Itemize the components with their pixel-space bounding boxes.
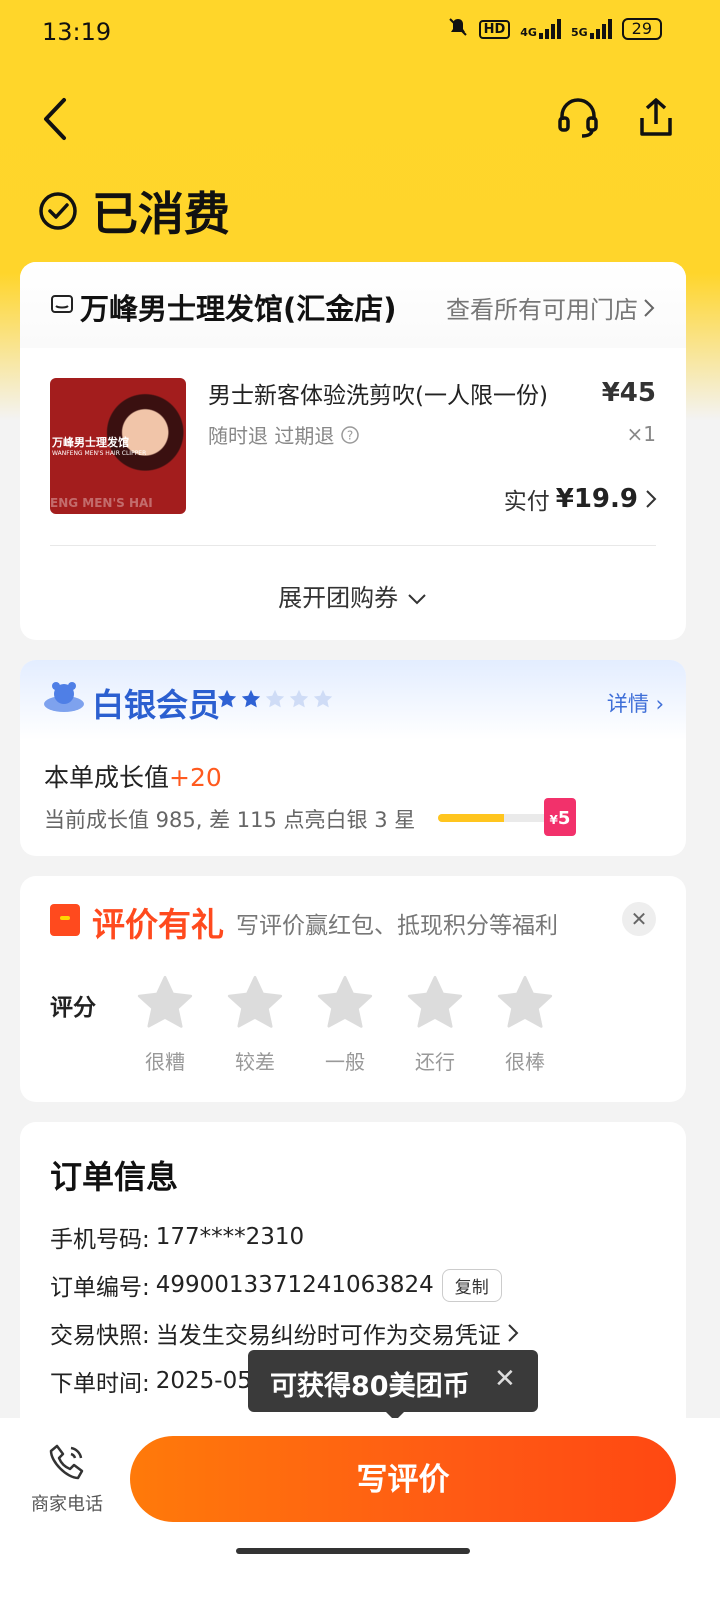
level-star-icon xyxy=(217,689,237,708)
rating-star-2[interactable] xyxy=(224,972,286,1034)
svg-text:?: ? xyxy=(347,428,353,442)
all-stores-link[interactable]: 查看所有可用门店 xyxy=(446,290,656,325)
shop-card: 万峰男士理发馆(汇金店) 查看所有可用门店 万峰男士理发馆 WANFENG ME… xyxy=(20,262,686,640)
expand-vouchers-button[interactable]: 展开团购券 xyxy=(20,578,686,613)
order-time-row: 下单时间: 2025-05 xyxy=(50,1368,252,1397)
rating-star-label: 一般 xyxy=(325,1050,365,1074)
membership-title: 白银会员 xyxy=(92,686,221,724)
growth-progress-fill xyxy=(438,814,504,822)
order-info-title: 订单信息 xyxy=(50,1158,179,1196)
chevron-right-icon xyxy=(508,1324,519,1342)
close-review-prompt-button[interactable]: ✕ xyxy=(622,902,656,936)
deal-thumbnail[interactable]: 万峰男士理发馆 WANFENG MEN'S HAIR CLIPPER ENG M… xyxy=(50,378,186,514)
chevron-right-icon xyxy=(644,298,655,317)
signal-4g-icon: 4G xyxy=(520,19,561,39)
snapshot-value[interactable]: 当发生交易纠纷时可作为交易凭证 xyxy=(156,1316,501,1350)
help-icon[interactable]: ? xyxy=(340,425,360,445)
deal-quantity: ×1 xyxy=(626,422,656,446)
refund-policy: 随时退 过期退 ? xyxy=(208,420,360,449)
growth-progress-bar xyxy=(438,814,548,822)
copy-button[interactable]: 复制 xyxy=(441,1268,502,1302)
customer-service-icon[interactable] xyxy=(556,96,600,140)
level-star-icon xyxy=(289,689,309,708)
phone-row: 手机号码: 177****2310 xyxy=(50,1224,305,1253)
membership-level-stars xyxy=(216,688,334,710)
rating-star-label: 较差 xyxy=(235,1050,275,1074)
store-icon xyxy=(51,295,73,313)
rating-star-label: 很糟 xyxy=(145,1050,185,1074)
rating-star-1[interactable] xyxy=(134,972,196,1034)
back-button[interactable] xyxy=(38,96,78,142)
paid-amount[interactable]: 实付 ¥19.9 xyxy=(504,482,658,516)
growth-value: 本单成长值+20 xyxy=(44,763,222,792)
bottom-action-bar: 商家电话 写评价 xyxy=(0,1418,720,1600)
membership-card: 白银会员 详情 › 本单成长值+20 当前成长值 985, 差 115 点亮白银… xyxy=(20,660,686,856)
tooltip-text: 可获得80美团币 xyxy=(270,1371,470,1402)
deal-title[interactable]: 男士新客体验洗剪吹(一人限一份) xyxy=(208,376,548,410)
order-id-value: 4990013371241063824 xyxy=(155,1272,434,1298)
order-time-value: 2025-05 xyxy=(155,1368,252,1394)
rating-star-5[interactable] xyxy=(494,972,556,1034)
share-icon[interactable] xyxy=(634,96,678,140)
order-status-text: 已消费 xyxy=(92,187,230,241)
phone-value: 177****2310 xyxy=(155,1224,305,1250)
coin-reward-tooltip: 可获得80美团币 ✕ xyxy=(248,1350,538,1421)
shop-name[interactable]: 万峰男士理发馆(汇金店) xyxy=(80,286,397,328)
rating-label: 评分 xyxy=(50,995,96,1021)
order-id-row: 订单编号: 4990013371241063824 复制 xyxy=(50,1268,502,1302)
rating-star-3[interactable] xyxy=(314,972,376,1034)
battery-icon: 29 xyxy=(621,18,662,40)
order-status: 已消费 xyxy=(38,178,230,244)
check-circle-icon xyxy=(39,192,77,230)
rating-star-label: 很棒 xyxy=(505,1050,545,1074)
level-star-icon xyxy=(313,689,333,708)
rating-star-label: 还行 xyxy=(415,1050,455,1074)
deal-price: ¥45 xyxy=(601,378,656,408)
chevron-down-icon xyxy=(408,594,426,605)
level-star-icon xyxy=(241,689,261,708)
red-envelope-icon xyxy=(50,904,80,936)
red-packet-icon[interactable]: ¥5 xyxy=(544,798,576,836)
hd-icon: HD xyxy=(478,19,511,39)
member-badge-icon xyxy=(44,682,84,712)
merchant-phone-button[interactable]: 商家电话 xyxy=(22,1442,112,1516)
review-reward-title: 评价有礼 xyxy=(92,905,224,944)
status-time: 13:19 xyxy=(42,18,112,46)
rating-star-4[interactable] xyxy=(404,972,466,1034)
growth-progress-text: 当前成长值 985, 差 115 点亮白银 3 星 xyxy=(44,808,416,832)
chevron-right-icon xyxy=(646,490,657,508)
divider xyxy=(50,545,656,546)
write-review-button[interactable]: 写评价 xyxy=(130,1436,676,1522)
signal-5g-icon: 5G xyxy=(571,19,612,39)
phone-icon xyxy=(49,1444,84,1480)
mute-icon xyxy=(447,16,469,42)
home-indicator[interactable] xyxy=(236,1548,470,1554)
level-star-icon xyxy=(265,689,285,708)
review-card: 评价有礼 写评价赢红包、抵现积分等福利 ✕ 评分 很糟 较差 一般 还行 很棒 xyxy=(20,876,686,1102)
membership-detail-link[interactable]: 详情 › xyxy=(607,688,664,718)
snapshot-row[interactable]: 交易快照: 当发生交易纠纷时可作为交易凭证 xyxy=(50,1316,521,1350)
review-reward-subtitle: 写评价赢红包、抵现积分等福利 xyxy=(236,913,558,939)
tooltip-close-icon[interactable]: ✕ xyxy=(494,1364,516,1394)
status-icons: HD 4G 5G 29 xyxy=(447,16,662,42)
